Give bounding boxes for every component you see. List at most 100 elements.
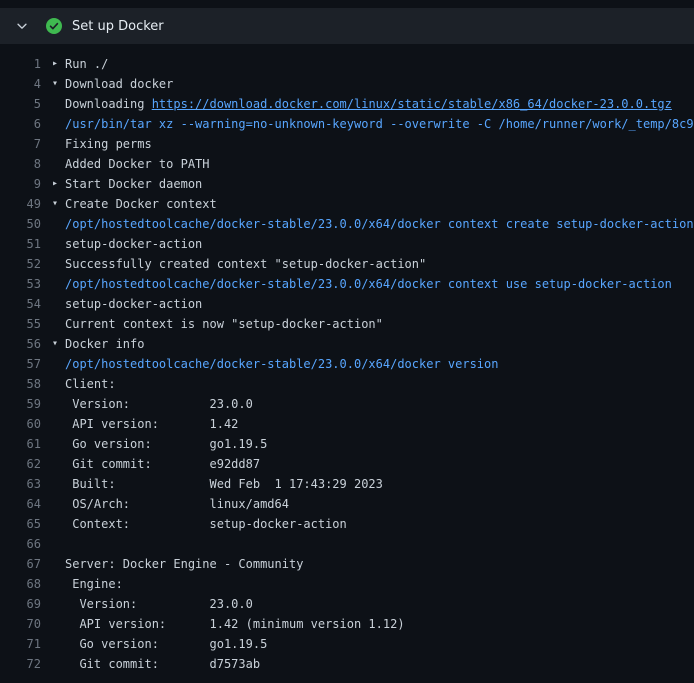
- disclosure-arrow[interactable]: ▾: [52, 74, 65, 94]
- disclosure-arrow: [52, 614, 65, 634]
- disclosure-arrow[interactable]: ▸: [52, 54, 65, 74]
- line-number[interactable]: 68: [0, 574, 52, 594]
- log-line: 71 Go version: go1.19.5: [0, 634, 694, 654]
- log-text: Version: 23.0.0: [65, 397, 253, 411]
- line-number[interactable]: 7: [0, 134, 52, 154]
- line-number[interactable]: 61: [0, 434, 52, 454]
- log-area: 1 ▸ Run ./ 4 ▾ Download docker 5 Downloa…: [0, 44, 694, 674]
- line-content: /opt/hostedtoolcache/docker-stable/23.0.…: [65, 274, 694, 294]
- disclosure-arrow: [52, 394, 65, 414]
- disclosure-arrow: [52, 534, 65, 554]
- log-text: Download docker: [65, 77, 173, 91]
- disclosure-arrow[interactable]: ▾: [52, 194, 65, 214]
- success-check-circle-icon: [46, 18, 62, 34]
- disclosure-arrow: [52, 314, 65, 334]
- step-title: Set up Docker: [72, 19, 164, 34]
- line-number[interactable]: 5: [0, 94, 52, 114]
- line-number[interactable]: 60: [0, 414, 52, 434]
- line-content: Git commit: e92dd87: [65, 454, 694, 474]
- line-content: /opt/hostedtoolcache/docker-stable/23.0.…: [65, 214, 694, 234]
- line-number[interactable]: 53: [0, 274, 52, 294]
- log-text: Server: Docker Engine - Community: [65, 557, 303, 571]
- log-line: 5 Downloading https://download.docker.co…: [0, 94, 694, 114]
- line-content: Engine:: [65, 574, 694, 594]
- log-line: 56 ▾ Docker info: [0, 334, 694, 354]
- line-content: Fixing perms: [65, 134, 694, 154]
- log-line: 63 Built: Wed Feb 1 17:43:29 2023: [0, 474, 694, 494]
- line-number[interactable]: 51: [0, 234, 52, 254]
- line-content: Current context is now "setup-docker-act…: [65, 314, 694, 334]
- line-number[interactable]: 4: [0, 74, 52, 94]
- log-line: 61 Go version: go1.19.5: [0, 434, 694, 454]
- disclosure-arrow: [52, 234, 65, 254]
- line-content: Start Docker daemon: [65, 174, 694, 194]
- line-content: Docker info: [65, 334, 694, 354]
- log-text: Git commit: e92dd87: [65, 457, 260, 471]
- line-number[interactable]: 64: [0, 494, 52, 514]
- log-line: 9 ▸ Start Docker daemon: [0, 174, 694, 194]
- disclosure-arrow: [52, 374, 65, 394]
- log-line: 62 Git commit: e92dd87: [0, 454, 694, 474]
- line-number[interactable]: 57: [0, 354, 52, 374]
- log-text: Run ./: [65, 57, 108, 71]
- line-content: /usr/bin/tar xz --warning=no-unknown-key…: [65, 114, 694, 134]
- line-content: Git commit: d7573ab: [65, 654, 694, 674]
- line-number[interactable]: 56: [0, 334, 52, 354]
- log-text: API version: 1.42 (minimum version 1.12): [65, 617, 405, 631]
- line-content: Run ./: [65, 54, 694, 74]
- line-number[interactable]: 54: [0, 294, 52, 314]
- line-number[interactable]: 1: [0, 54, 52, 74]
- log-line: 1 ▸ Run ./: [0, 54, 694, 74]
- disclosure-arrow: [52, 354, 65, 374]
- line-number[interactable]: 6: [0, 114, 52, 134]
- line-content: API version: 1.42 (minimum version 1.12): [65, 614, 694, 634]
- step-header[interactable]: Set up Docker: [0, 8, 694, 44]
- line-number[interactable]: 67: [0, 554, 52, 574]
- line-number[interactable]: 69: [0, 594, 52, 614]
- line-number[interactable]: 70: [0, 614, 52, 634]
- log-line: 51 setup-docker-action: [0, 234, 694, 254]
- disclosure-arrow: [52, 254, 65, 274]
- line-number[interactable]: 8: [0, 154, 52, 174]
- log-line: 66: [0, 534, 694, 554]
- line-number[interactable]: 72: [0, 654, 52, 674]
- log-line: 64 OS/Arch: linux/amd64: [0, 494, 694, 514]
- disclosure-arrow: [52, 274, 65, 294]
- log-text: API version: 1.42: [65, 417, 238, 431]
- disclosure-arrow[interactable]: ▸: [52, 174, 65, 194]
- log-line: 57 /opt/hostedtoolcache/docker-stable/23…: [0, 354, 694, 374]
- log-line: 68 Engine:: [0, 574, 694, 594]
- line-number[interactable]: 62: [0, 454, 52, 474]
- log-line: 65 Context: setup-docker-action: [0, 514, 694, 534]
- log-text: Go version: go1.19.5: [65, 437, 267, 451]
- line-number[interactable]: 58: [0, 374, 52, 394]
- line-number[interactable]: 55: [0, 314, 52, 334]
- line-content: Download docker: [65, 74, 694, 94]
- disclosure-arrow: [52, 574, 65, 594]
- line-content: Create Docker context: [65, 194, 694, 214]
- log-line: 60 API version: 1.42: [0, 414, 694, 434]
- line-number[interactable]: 9: [0, 174, 52, 194]
- line-content: Context: setup-docker-action: [65, 514, 694, 534]
- log-text: setup-docker-action: [65, 297, 202, 311]
- line-number[interactable]: 66: [0, 534, 52, 554]
- line-content: [65, 534, 694, 554]
- log-link[interactable]: https://download.docker.com/linux/static…: [152, 97, 672, 111]
- log-line: 70 API version: 1.42 (minimum version 1.…: [0, 614, 694, 634]
- line-number[interactable]: 52: [0, 254, 52, 274]
- chevron-down-icon[interactable]: [14, 18, 30, 34]
- disclosure-arrow: [52, 494, 65, 514]
- log-line: 67 Server: Docker Engine - Community: [0, 554, 694, 574]
- line-number[interactable]: 63: [0, 474, 52, 494]
- line-number[interactable]: 49: [0, 194, 52, 214]
- disclosure-arrow: [52, 154, 65, 174]
- line-number[interactable]: 71: [0, 634, 52, 654]
- log-text: Create Docker context: [65, 197, 217, 211]
- disclosure-arrow[interactable]: ▾: [52, 334, 65, 354]
- line-number[interactable]: 65: [0, 514, 52, 534]
- log-text: Go version: go1.19.5: [65, 637, 267, 651]
- line-number[interactable]: 50: [0, 214, 52, 234]
- line-number[interactable]: 59: [0, 394, 52, 414]
- log-text: Client:: [65, 377, 116, 391]
- log-text: Added Docker to PATH: [65, 157, 210, 171]
